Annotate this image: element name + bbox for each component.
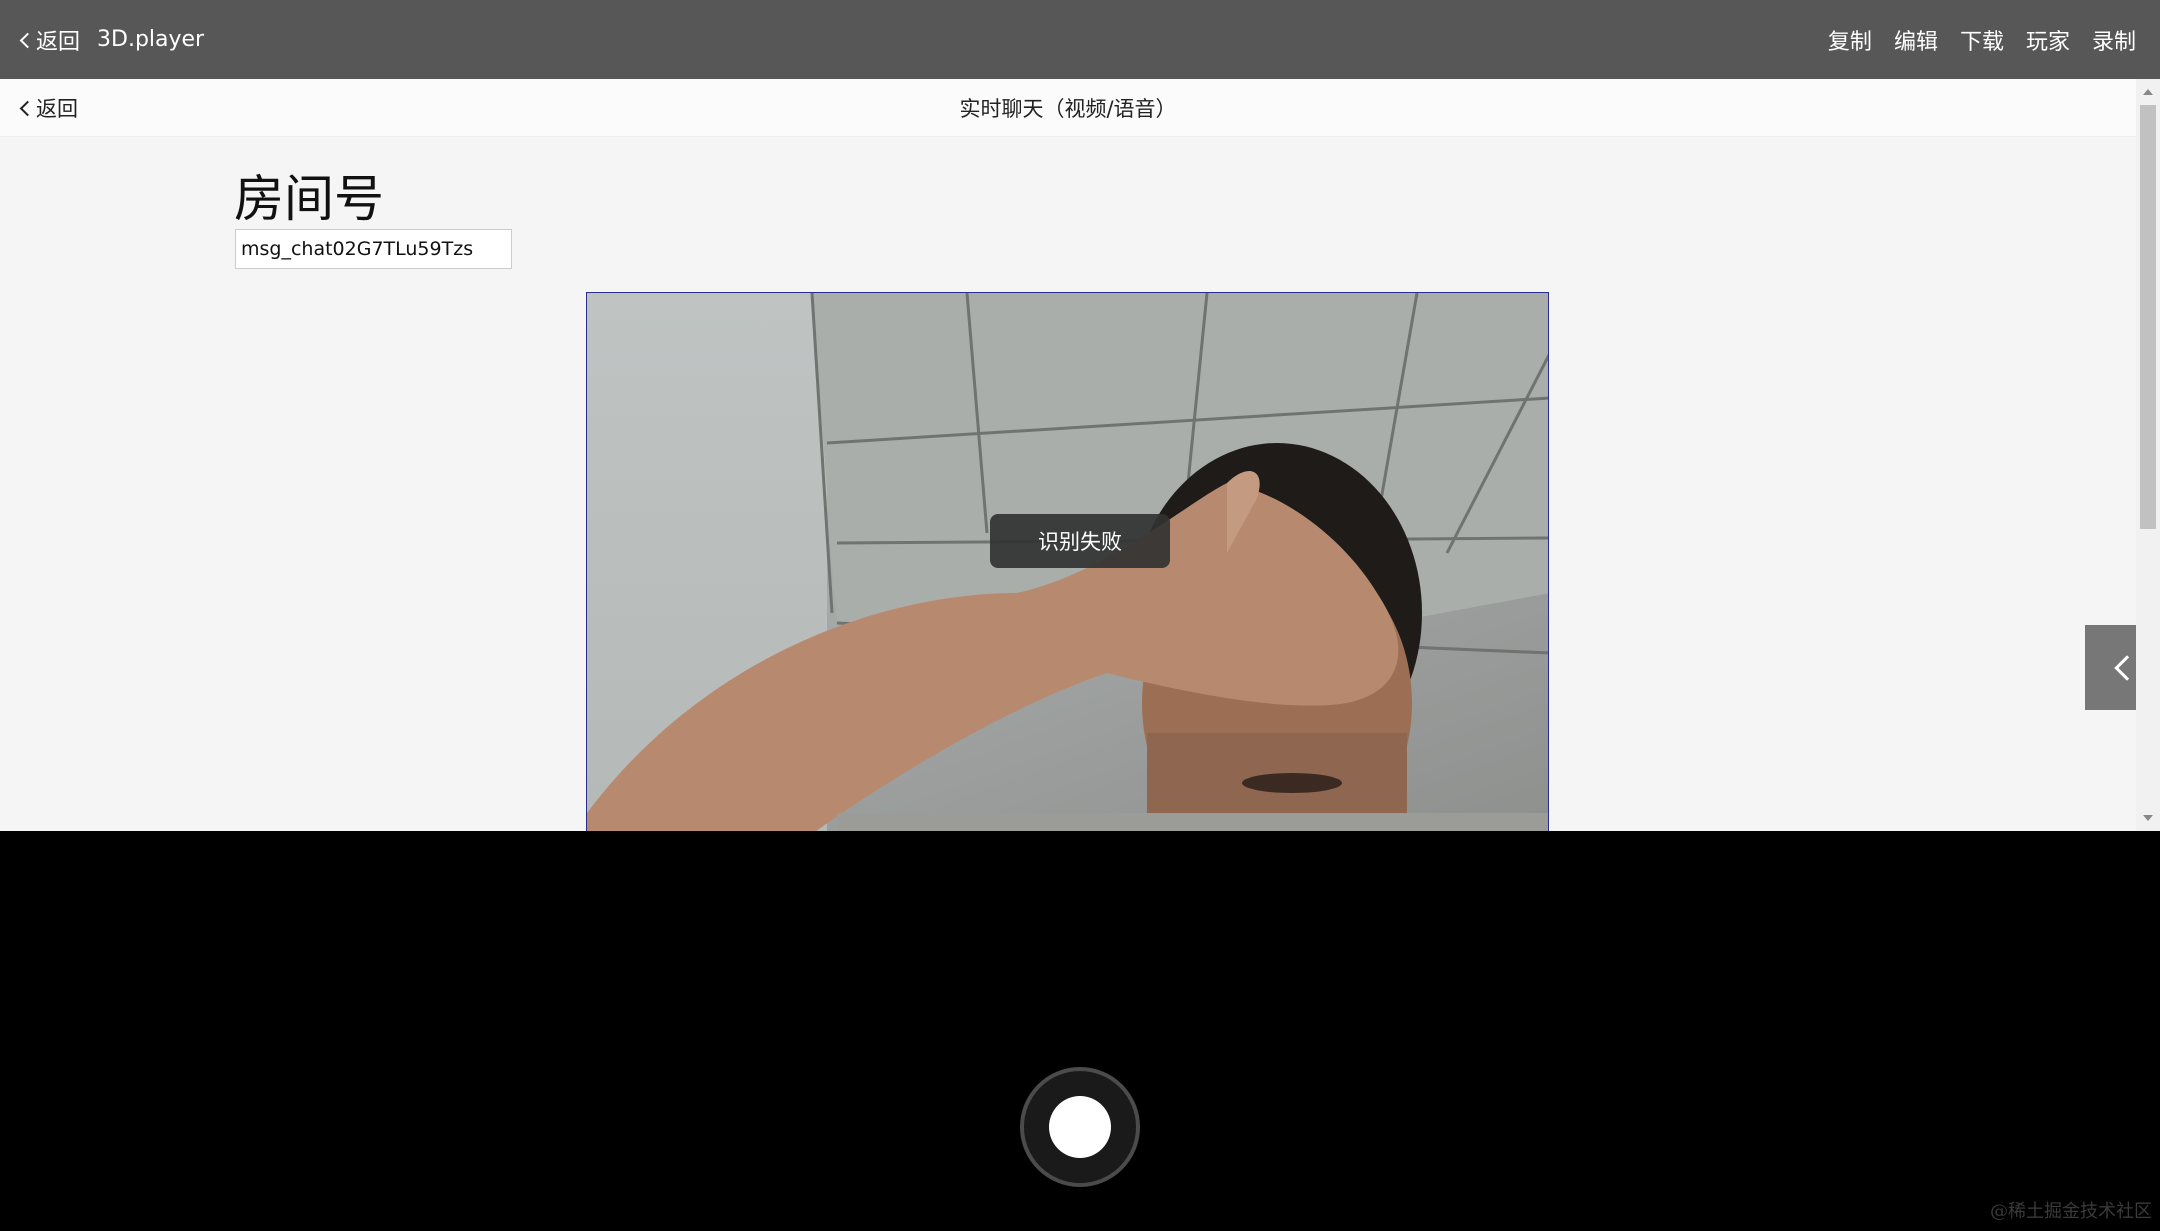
top-back-label: 返回 <box>36 29 81 55</box>
scrollbar-thumb[interactable] <box>2140 105 2156 529</box>
top-app-bar: 返回 3D.player 复制 编辑 下载 玩家 录制 <box>0 0 2160 79</box>
menu-players[interactable]: 玩家 <box>2026 24 2070 56</box>
page-title: 实时聊天（视频/语音） <box>959 96 1177 121</box>
page-header: 返回 实时聊天（视频/语音） <box>0 79 2136 137</box>
page-back-button[interactable]: 返回 <box>19 79 78 137</box>
shutter-icon <box>1049 1096 1111 1158</box>
menu-edit[interactable]: 编辑 <box>1894 24 1938 56</box>
page-back-label: 返回 <box>36 97 78 121</box>
menu-copy[interactable]: 复制 <box>1828 24 1872 56</box>
room-heading: 房间号 <box>234 170 384 228</box>
watermark: @稀土掘金技术社区 <box>1990 1201 2152 1222</box>
webview-content: 返回 实时聊天（视频/语音） 房间号 <box>0 79 2160 831</box>
toast-message: 识别失败 <box>990 514 1170 568</box>
scroll-down-arrow-icon[interactable] <box>2143 815 2153 821</box>
camera-controls-panel <box>0 831 2160 1231</box>
top-bar-left: 返回 3D.player <box>19 24 205 56</box>
app-title: 3D.player <box>97 27 205 52</box>
menu-download[interactable]: 下载 <box>1960 24 2004 56</box>
shutter-button[interactable] <box>1020 1067 1140 1187</box>
room-id-input[interactable] <box>235 229 512 269</box>
vertical-scrollbar[interactable] <box>2136 79 2160 831</box>
top-back-button[interactable]: 返回 <box>19 24 81 56</box>
chevron-left-icon <box>19 32 36 48</box>
chevron-left-icon <box>19 100 36 116</box>
scroll-up-arrow-icon[interactable] <box>2143 89 2153 95</box>
menu-record[interactable]: 录制 <box>2092 24 2136 56</box>
top-menu: 复制 编辑 下载 玩家 录制 <box>1828 24 2136 56</box>
